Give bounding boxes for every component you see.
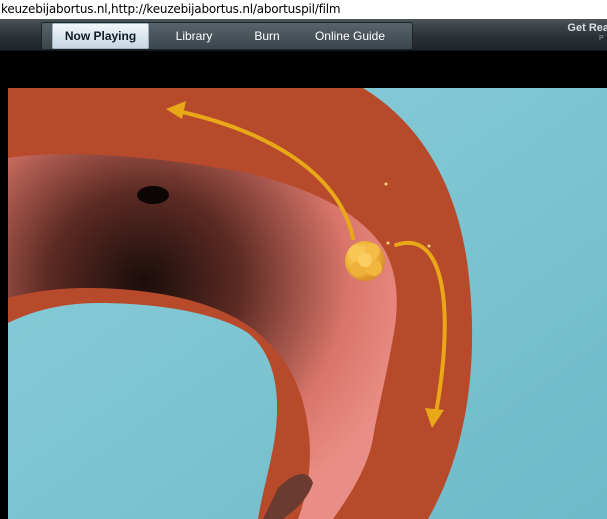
tab-now-playing[interactable]: Now Playing	[52, 23, 149, 49]
embryo-icon	[345, 241, 385, 281]
video-area[interactable]	[0, 51, 607, 519]
video-illustration	[8, 88, 607, 519]
cavity-shadow	[137, 186, 169, 204]
tab-strip: Now Playing Library Burn Online Guide	[41, 22, 413, 50]
address-bar-text: keuzebijabortus.nl,http://keuzebijabortu…	[1, 2, 341, 16]
tab-online-guide[interactable]: Online Guide	[295, 24, 405, 48]
tab-library[interactable]: Library	[149, 24, 239, 48]
address-bar[interactable]: keuzebijabortus.nl,http://keuzebijabortu…	[0, 0, 607, 19]
get-real-sublabel: P	[599, 35, 604, 41]
tab-burn[interactable]: Burn	[239, 24, 295, 48]
player-toolbar: Now Playing Library Burn Online Guide Ge…	[0, 19, 607, 51]
video-frame[interactable]	[8, 88, 607, 519]
get-real-link[interactable]: Get Rea	[567, 23, 607, 34]
